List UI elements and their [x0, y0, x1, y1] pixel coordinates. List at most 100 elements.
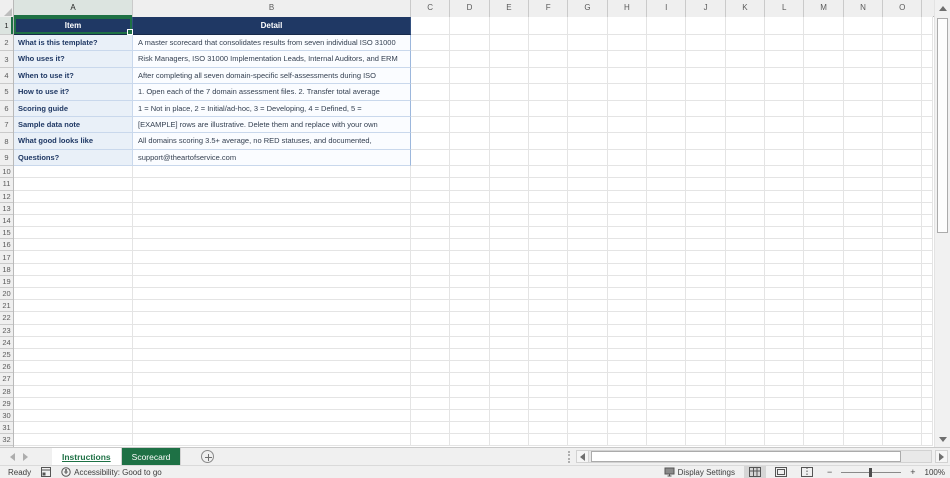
cell-B15[interactable]	[133, 227, 411, 240]
cell-E22[interactable]	[489, 312, 530, 325]
row-header-15[interactable]: 15	[0, 227, 13, 240]
accessibility-status[interactable]: Accessibility: Good to go	[61, 467, 162, 477]
cell-O23[interactable]	[883, 324, 923, 337]
cell-I17[interactable]	[647, 251, 687, 264]
row-header-18[interactable]: 18	[0, 263, 13, 276]
cell-K2[interactable]	[725, 35, 766, 52]
cell-G12[interactable]	[568, 190, 608, 203]
cell-K1[interactable]	[725, 17, 766, 35]
row-header-17[interactable]: 17	[0, 251, 13, 264]
cell-E21[interactable]	[489, 300, 530, 313]
cell-K31[interactable]	[725, 422, 766, 435]
cell-H22[interactable]	[607, 312, 648, 325]
cell-B12[interactable]	[133, 190, 411, 203]
cell-E23[interactable]	[489, 324, 530, 337]
cell-L31[interactable]	[765, 422, 805, 435]
cell-G2[interactable]	[568, 35, 608, 52]
cell-C32[interactable]	[411, 434, 451, 447]
cell-E30[interactable]	[489, 409, 530, 423]
cell-B32[interactable]	[133, 434, 411, 447]
cell-K14[interactable]	[725, 214, 766, 228]
cell-A26[interactable]	[14, 361, 133, 374]
cell-O30[interactable]	[883, 409, 923, 423]
cell-L2[interactable]	[765, 35, 805, 52]
cell-J24[interactable]	[686, 336, 726, 349]
cell-O27[interactable]	[883, 373, 923, 386]
cell-M11[interactable]	[804, 178, 844, 191]
cell-N28[interactable]	[843, 385, 884, 398]
cell-I10[interactable]	[647, 166, 687, 179]
cell-E19[interactable]	[489, 275, 530, 288]
cell-M8[interactable]	[804, 133, 844, 150]
cell-G11[interactable]	[568, 178, 608, 191]
cell-B19[interactable]	[133, 275, 411, 288]
cell-N4[interactable]	[843, 67, 884, 85]
cell-D29[interactable]	[450, 397, 490, 410]
cell-M29[interactable]	[804, 397, 844, 410]
cell-E24[interactable]	[489, 336, 530, 349]
cell-O31[interactable]	[883, 422, 923, 435]
cell-K3[interactable]	[725, 51, 766, 68]
row-header-4[interactable]: 4	[0, 67, 13, 85]
cell-H7[interactable]	[607, 116, 648, 134]
detail-cell-row-9[interactable]: support@theartofservice.com	[133, 149, 411, 167]
cell-E20[interactable]	[489, 288, 530, 301]
cell-N3[interactable]	[843, 51, 884, 68]
cell-M10[interactable]	[804, 166, 844, 179]
cell-E6[interactable]	[489, 100, 530, 117]
cell-E1[interactable]	[489, 17, 530, 35]
cell-L9[interactable]	[765, 149, 805, 167]
row-header-13[interactable]: 13	[0, 202, 13, 215]
cell-L4[interactable]	[765, 67, 805, 85]
row-header-6[interactable]: 6	[0, 100, 13, 117]
row-header-9[interactable]: 9	[0, 149, 13, 167]
cell-F1[interactable]	[529, 17, 569, 35]
cell-L13[interactable]	[765, 202, 805, 215]
cell-H31[interactable]	[607, 422, 648, 435]
cell-H19[interactable]	[607, 275, 648, 288]
cell-F26[interactable]	[529, 361, 569, 374]
cell-O8[interactable]	[883, 133, 923, 150]
cell-J19[interactable]	[686, 275, 726, 288]
cell-C21[interactable]	[411, 300, 451, 313]
new-sheet-button[interactable]	[201, 450, 215, 463]
cell-L12[interactable]	[765, 190, 805, 203]
cell-K28[interactable]	[725, 385, 766, 398]
cell-D13[interactable]	[450, 202, 490, 215]
scroll-left-button[interactable]	[576, 450, 589, 463]
cell-D7[interactable]	[450, 116, 490, 134]
cell-L21[interactable]	[765, 300, 805, 313]
cell-F13[interactable]	[529, 202, 569, 215]
tab-scorecard[interactable]: Scorecard	[121, 448, 182, 465]
detail-cell-row-8[interactable]: All domains scoring 3.5+ average, no RED…	[133, 133, 411, 150]
cell-A15[interactable]	[14, 227, 133, 240]
cell-J15[interactable]	[686, 227, 726, 240]
item-cell-row-3[interactable]: Who uses it?	[14, 51, 133, 68]
cell-C17[interactable]	[411, 251, 451, 264]
cell-B31[interactable]	[133, 422, 411, 435]
cell-K19[interactable]	[725, 275, 766, 288]
column-header-H[interactable]: H	[607, 0, 648, 17]
cell-D17[interactable]	[450, 251, 490, 264]
active-cell-outline[interactable]	[14, 17, 133, 35]
cell-F23[interactable]	[529, 324, 569, 337]
cell-A10[interactable]	[14, 166, 133, 179]
cell-E10[interactable]	[489, 166, 530, 179]
row-header-30[interactable]: 30	[0, 409, 13, 423]
cell-H21[interactable]	[607, 300, 648, 313]
cell-L16[interactable]	[765, 239, 805, 252]
cell-C22[interactable]	[411, 312, 451, 325]
cell-E12[interactable]	[489, 190, 530, 203]
cell-C28[interactable]	[411, 385, 451, 398]
cell-A25[interactable]	[14, 348, 133, 362]
cell-E9[interactable]	[489, 149, 530, 167]
cell-J1[interactable]	[686, 17, 726, 35]
cell-F3[interactable]	[529, 51, 569, 68]
column-header-I[interactable]: I	[647, 0, 687, 17]
cell-D12[interactable]	[450, 190, 490, 203]
cell-A20[interactable]	[14, 288, 133, 301]
cell-C19[interactable]	[411, 275, 451, 288]
cell-C13[interactable]	[411, 202, 451, 215]
cell-E5[interactable]	[489, 84, 530, 101]
cell-K29[interactable]	[725, 397, 766, 410]
